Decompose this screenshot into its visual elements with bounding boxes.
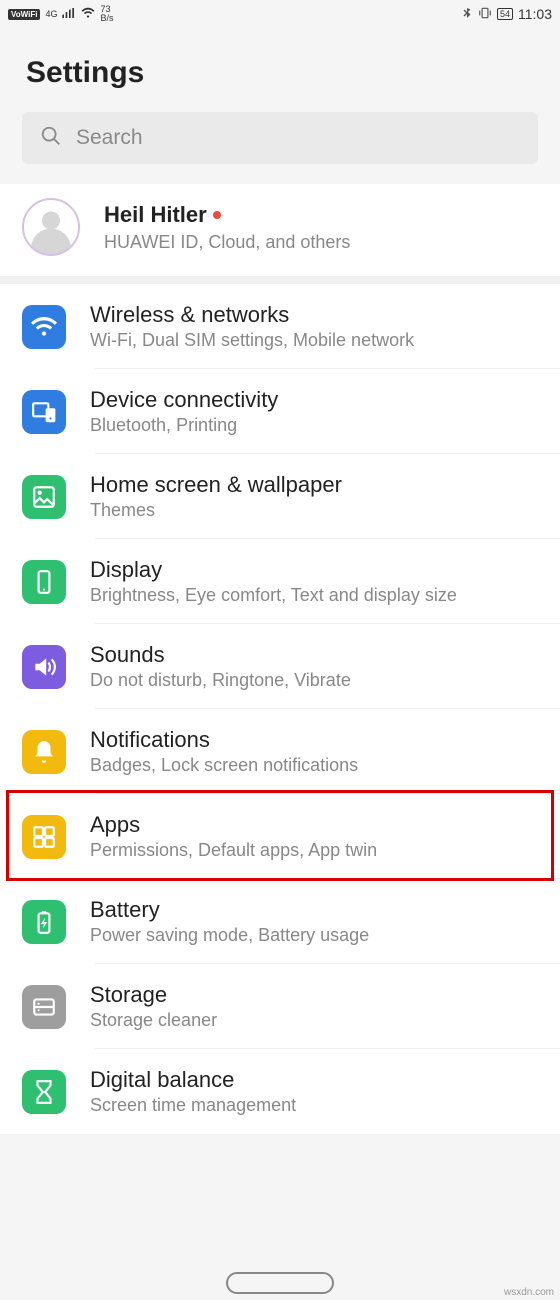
watermark: wsxdn.com xyxy=(504,1287,554,1298)
settings-row-grid[interactable]: AppsPermissions, Default apps, App twin xyxy=(0,794,560,879)
row-title: Apps xyxy=(90,812,538,838)
row-title: Storage xyxy=(90,982,538,1008)
row-title: Notifications xyxy=(90,727,538,753)
settings-row-battery[interactable]: BatteryPower saving mode, Battery usage xyxy=(0,879,560,964)
account-subtitle: HUAWEI ID, Cloud, and others xyxy=(104,232,538,253)
page-header: Settings xyxy=(0,28,560,112)
network-indicator: 4G xyxy=(45,9,57,19)
row-title: Battery xyxy=(90,897,538,923)
search-placeholder: Search xyxy=(76,126,143,150)
row-subtitle: Do not disturb, Ringtone, Vibrate xyxy=(90,670,538,691)
row-subtitle: Screen time management xyxy=(90,1095,538,1116)
row-subtitle: Wi-Fi, Dual SIM settings, Mobile network xyxy=(90,330,538,351)
wifi-icon xyxy=(22,305,66,349)
row-subtitle: Badges, Lock screen notifications xyxy=(90,755,538,776)
search-field[interactable]: Search xyxy=(22,112,538,164)
hourglass-icon xyxy=(22,1070,66,1114)
battery-icon xyxy=(22,900,66,944)
settings-row-storage[interactable]: StorageStorage cleaner xyxy=(0,964,560,1049)
row-subtitle: Power saving mode, Battery usage xyxy=(90,925,538,946)
image-icon xyxy=(22,475,66,519)
row-subtitle: Permissions, Default apps, App twin xyxy=(90,840,538,861)
settings-row-wifi[interactable]: Wireless & networksWi-Fi, Dual SIM setti… xyxy=(0,284,560,369)
notification-dot-icon xyxy=(213,211,221,219)
settings-row-devices[interactable]: Device connectivityBluetooth, Printing xyxy=(0,369,560,454)
row-subtitle: Brightness, Eye comfort, Text and displa… xyxy=(90,585,538,606)
account-name: Heil Hitler xyxy=(104,202,207,228)
signal-icon xyxy=(62,8,76,21)
settings-row-sound[interactable]: SoundsDo not disturb, Ringtone, Vibrate xyxy=(0,624,560,709)
row-subtitle: Storage cleaner xyxy=(90,1010,538,1031)
bluetooth-icon xyxy=(461,7,473,22)
wifi-icon xyxy=(81,6,95,23)
account-row[interactable]: Heil Hitler HUAWEI ID, Cloud, and others xyxy=(0,176,560,284)
settings-row-bell[interactable]: NotificationsBadges, Lock screen notific… xyxy=(0,709,560,794)
settings-row-phone[interactable]: DisplayBrightness, Eye comfort, Text and… xyxy=(0,539,560,624)
settings-list: Wireless & networksWi-Fi, Dual SIM setti… xyxy=(0,284,560,1134)
devices-icon xyxy=(22,390,66,434)
storage-icon xyxy=(22,985,66,1029)
row-title: Digital balance xyxy=(90,1067,538,1093)
phone-icon xyxy=(22,560,66,604)
row-subtitle: Themes xyxy=(90,500,538,521)
status-bar: VoWiFi 4G 73 B/s 54 11:03 xyxy=(0,0,560,28)
settings-row-hourglass[interactable]: Digital balanceScreen time management xyxy=(0,1049,560,1134)
grid-icon xyxy=(22,815,66,859)
row-title: Sounds xyxy=(90,642,538,668)
battery-indicator: 54 xyxy=(497,8,513,20)
speed-indicator: 73 B/s xyxy=(100,5,113,23)
row-subtitle: Bluetooth, Printing xyxy=(90,415,538,436)
nav-pill[interactable] xyxy=(226,1272,334,1294)
vibrate-icon xyxy=(478,6,492,23)
row-title: Device connectivity xyxy=(90,387,538,413)
row-title: Wireless & networks xyxy=(90,302,538,328)
search-icon xyxy=(40,125,62,152)
clock: 11:03 xyxy=(518,6,552,22)
page-title: Settings xyxy=(26,56,534,90)
settings-row-image[interactable]: Home screen & wallpaperThemes xyxy=(0,454,560,539)
row-title: Display xyxy=(90,557,538,583)
sound-icon xyxy=(22,645,66,689)
avatar xyxy=(22,198,80,256)
vowifi-badge: VoWiFi xyxy=(8,9,40,20)
row-title: Home screen & wallpaper xyxy=(90,472,538,498)
bell-icon xyxy=(22,730,66,774)
